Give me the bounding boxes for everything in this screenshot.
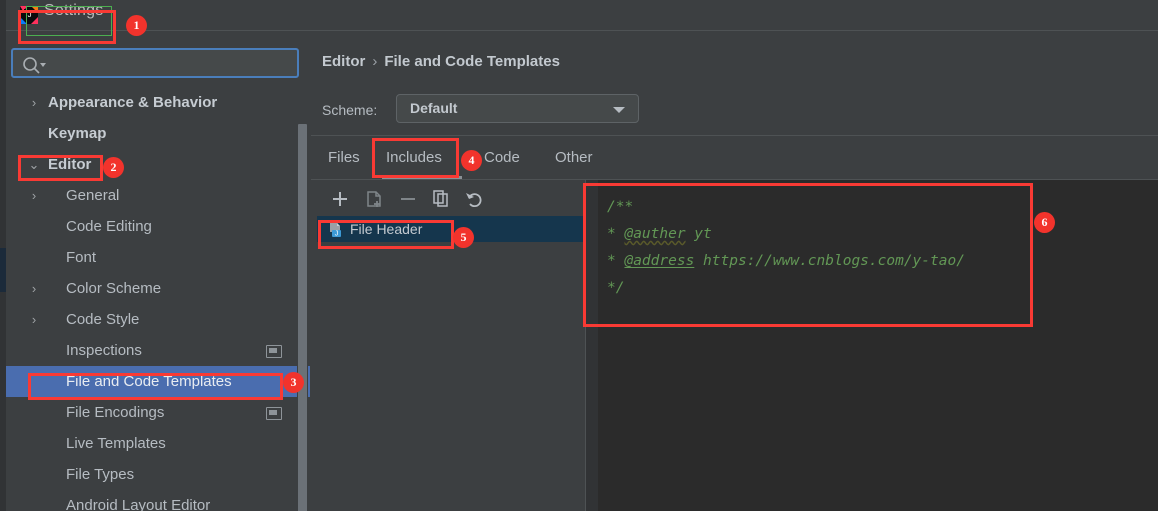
- template-editor-panel: /** * @auther yt * @address https://www.cn…: [586, 180, 1158, 511]
- settings-sidebar: › Appearance & Behavior Keymap ⌄ Editor › Gene…: [6, 31, 310, 511]
- chevron-right-icon[interactable]: ›: [28, 304, 40, 335]
- code-text: https://www.cnblogs.com/y-tao/: [694, 253, 965, 269]
- code-text: yt: [685, 226, 712, 242]
- code-tag: @address: [624, 253, 695, 269]
- sidebar-item-file-types[interactable]: File Types: [6, 459, 310, 490]
- svg-text:J: J: [335, 231, 339, 238]
- editor-gutter: [586, 180, 598, 511]
- copy-file-icon[interactable]: [363, 188, 385, 210]
- code-line: * @auther yt: [607, 221, 1158, 248]
- tab-files[interactable]: Files: [328, 136, 360, 179]
- code-text: *: [607, 226, 625, 242]
- sidebar-item-android-layout-editor[interactable]: Android Layout Editor: [6, 490, 310, 511]
- sidebar-item-label: Live Templates: [66, 435, 166, 452]
- scope-badge-icon: [266, 345, 282, 358]
- window-titlebar: IJ Settings: [6, 0, 1158, 31]
- templates-split: J File Header /** * @auther yt * @address h…: [311, 180, 1158, 511]
- sidebar-item-label: Keymap: [48, 125, 107, 142]
- breadcrumb: Editor › File and Code Templates: [322, 53, 560, 70]
- chevron-right-icon[interactable]: ›: [28, 273, 40, 304]
- sidebar-item-file-and-code-templates[interactable]: File and Code Templates: [6, 366, 310, 397]
- sidebar-item-label: Appearance & Behavior: [48, 94, 218, 111]
- sidebar-item-live-templates[interactable]: Live Templates: [6, 428, 310, 459]
- sidebar-item-code-editing[interactable]: Code Editing: [6, 211, 310, 242]
- remove-icon[interactable]: [397, 188, 419, 210]
- sidebar-item-general[interactable]: › General: [6, 180, 310, 211]
- svg-text:IJ: IJ: [25, 10, 31, 19]
- tab-includes[interactable]: Includes: [386, 136, 442, 179]
- template-tabs: Files Includes Code Other: [311, 136, 1158, 179]
- chevron-right-icon[interactable]: ›: [28, 87, 40, 118]
- code-line: * @address https://www.cnblogs.com/y-tao…: [607, 248, 1158, 275]
- sidebar-item-keymap[interactable]: Keymap: [6, 118, 310, 149]
- sidebar-item-font[interactable]: Font: [6, 242, 310, 273]
- settings-dialog: IJ Settings › Appearance & Behavior Keymap…: [0, 0, 1158, 511]
- chevron-right-icon[interactable]: ›: [28, 180, 40, 211]
- revert-icon[interactable]: [463, 188, 485, 210]
- sidebar-item-label: General: [66, 187, 120, 204]
- java-file-icon: J: [327, 221, 343, 238]
- template-list-panel: J File Header: [317, 180, 585, 511]
- code-text: *: [607, 253, 625, 269]
- search-icon: [21, 55, 47, 75]
- template-code-editor[interactable]: /** * @auther yt * @address https://www.cn…: [598, 180, 1158, 511]
- sidebar-item-editor[interactable]: ⌄ Editor: [6, 149, 310, 180]
- scheme-row: Scheme: Default: [311, 91, 1158, 135]
- sidebar-item-color-scheme[interactable]: › Color Scheme: [6, 273, 310, 304]
- scheme-value: Default: [410, 100, 458, 116]
- window-title: Settings: [44, 2, 104, 19]
- list-item[interactable]: J File Header: [317, 216, 585, 242]
- settings-tree: › Appearance & Behavior Keymap ⌄ Editor › Gene…: [6, 87, 310, 511]
- sidebar-item-label: Android Layout Editor: [66, 497, 211, 511]
- code-tag: @auther: [624, 226, 686, 242]
- scheme-dropdown[interactable]: Default: [396, 94, 639, 123]
- duplicate-icon[interactable]: [430, 188, 452, 210]
- sidebar-scrollbar-thumb[interactable]: [298, 124, 307, 511]
- chevron-down-icon[interactable]: ⌄: [28, 149, 40, 180]
- search-box[interactable]: [11, 48, 299, 78]
- settings-main-panel: Editor › File and Code Templates Scheme: D…: [311, 31, 1158, 511]
- code-text: /**: [607, 199, 634, 215]
- sidebar-item-label: Inspections: [66, 342, 142, 359]
- code-line: /**: [607, 194, 1158, 221]
- intellij-idea-icon: IJ: [20, 6, 38, 24]
- sidebar-item-label: Color Scheme: [66, 280, 162, 297]
- code-line: */: [607, 275, 1158, 302]
- sidebar-item-label: Code Style: [66, 311, 140, 328]
- sidebar-item-label: File Types: [66, 466, 135, 483]
- tab-other[interactable]: Other: [555, 136, 593, 179]
- scope-badge-icon: [266, 407, 282, 420]
- sidebar-item-label: File Encodings: [66, 404, 165, 421]
- template-name: File Header: [350, 221, 423, 237]
- breadcrumb-current: File and Code Templates: [384, 53, 560, 70]
- sidebar-item-inspections[interactable]: Inspections: [6, 335, 310, 366]
- scheme-label: Scheme:: [322, 102, 378, 118]
- sidebar-item-label: File and Code Templates: [66, 373, 232, 390]
- sidebar-item-label: Code Editing: [66, 218, 152, 235]
- sidebar-item-appearance-behavior[interactable]: › Appearance & Behavior: [6, 87, 310, 118]
- breadcrumb-separator-icon: ›: [372, 53, 378, 70]
- add-icon[interactable]: [329, 188, 351, 210]
- sidebar-item-code-style[interactable]: › Code Style: [6, 304, 310, 335]
- template-list: J File Header: [317, 216, 585, 242]
- code-text: */: [607, 280, 625, 296]
- tab-code[interactable]: Code: [484, 136, 520, 179]
- sidebar-item-file-encodings[interactable]: File Encodings: [6, 397, 310, 428]
- template-list-toolbar: [317, 180, 585, 216]
- search-input[interactable]: [49, 53, 293, 77]
- sidebar-item-label: Editor: [48, 156, 92, 173]
- sidebar-item-label: Font: [66, 249, 97, 266]
- breadcrumb-parent[interactable]: Editor: [322, 53, 365, 70]
- chevron-down-icon: [613, 107, 625, 113]
